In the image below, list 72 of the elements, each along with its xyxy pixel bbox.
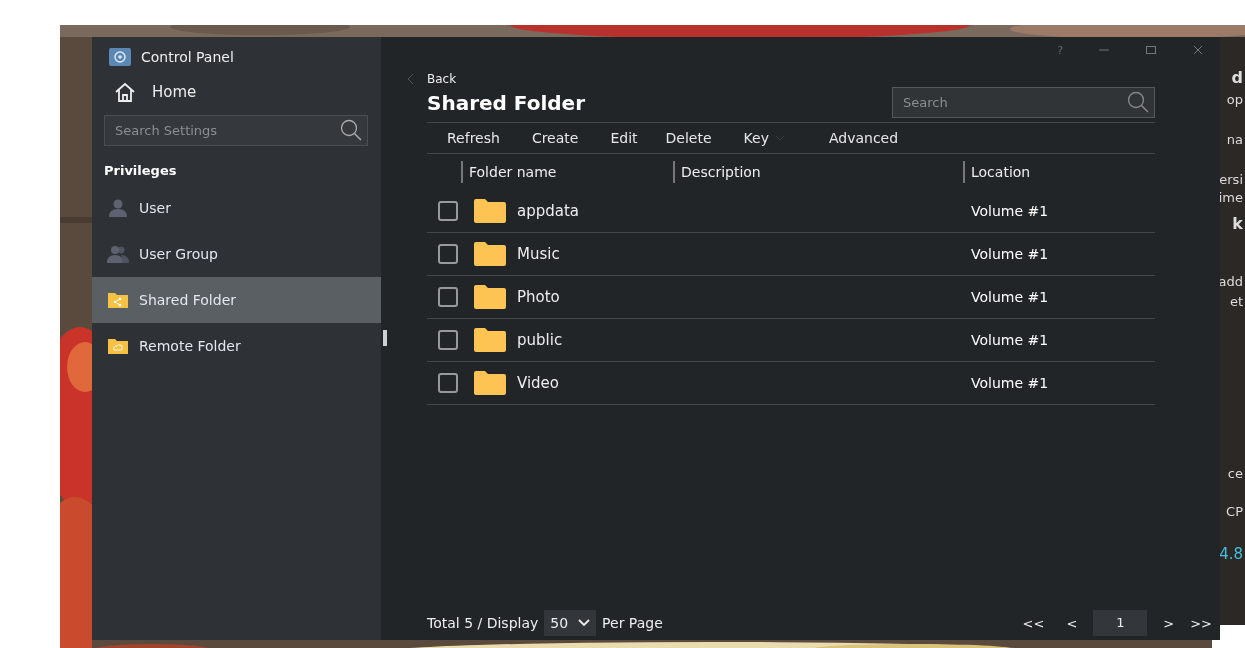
folder-icon (474, 242, 506, 266)
app-icon (109, 48, 131, 66)
text-fragment: CP (1226, 504, 1244, 520)
pager-button[interactable]: > (1155, 615, 1183, 631)
checkbox[interactable] (438, 201, 458, 221)
sidebar-item[interactable]: Shared Folder (92, 277, 381, 323)
text-fragment: et (1229, 294, 1244, 310)
text-fragment: 4.8 (1219, 546, 1244, 562)
folder-icon (474, 199, 506, 223)
pager-button[interactable]: << (1014, 615, 1053, 631)
page-heading: Shared Folder (427, 90, 586, 115)
sidebar-item[interactable]: User (92, 185, 381, 231)
table-cell: Volume #1 (971, 332, 1049, 348)
maximize-icon[interactable] (1145, 44, 1157, 56)
checkbox[interactable] (438, 373, 458, 393)
per-page-label: Per Page (602, 615, 663, 631)
search-field[interactable]: Search (892, 87, 1155, 118)
chevron-down-icon (578, 619, 591, 627)
table-cell: Volume #1 (971, 246, 1049, 262)
search-field[interactable]: Search Settings (104, 115, 368, 146)
text-fragment: na (1226, 132, 1244, 148)
folder-icon (474, 285, 506, 309)
table-cell-text: appdata (517, 202, 581, 220)
sidebar-item[interactable]: User Group (92, 231, 381, 277)
table-cell: Volume #1 (971, 375, 1049, 391)
toolbar-button[interactable]: Refresh (447, 130, 500, 146)
text-fragment: op (1226, 92, 1244, 108)
text-fragment: add (1218, 274, 1244, 290)
home-link[interactable]: Home (92, 66, 381, 102)
page-size-dropdown[interactable]: 50 (544, 610, 597, 636)
table-cell: Volume #1 (971, 203, 1049, 219)
home-icon (114, 82, 136, 102)
text-fragment: k (1232, 216, 1244, 232)
toolbar-button[interactable]: Advanced (828, 130, 899, 146)
table-cell-text: public (517, 331, 564, 349)
table-cell-text: Music (517, 245, 561, 263)
checkbox[interactable] (438, 330, 458, 350)
toolbar-button[interactable]: Key (743, 130, 797, 146)
toolbar-button[interactable]: Create (531, 130, 579, 146)
caret-icon (774, 135, 785, 141)
window-title: Control Panel (141, 49, 234, 65)
user-icon (107, 198, 129, 218)
column-header[interactable]: Location (963, 161, 1031, 183)
text-fragment: ce (1227, 466, 1244, 482)
user-group-icon (107, 244, 129, 264)
folder-icon (474, 328, 506, 352)
shared-folder-icon (107, 290, 129, 310)
search-icon (1126, 91, 1150, 113)
table-cell-text: Video (517, 374, 561, 392)
search-icon (339, 119, 363, 141)
toolbar-button[interactable]: Edit (610, 130, 638, 146)
total-label: Total 5 / Display (427, 615, 539, 631)
table-cell-text: Photo (517, 288, 561, 306)
text-fragment: ersi (1219, 172, 1244, 188)
toolbar-button[interactable]: Delete (665, 130, 712, 146)
page-number-field[interactable]: 1 (1093, 610, 1148, 636)
table-cell: Volume #1 (971, 289, 1049, 305)
folder-icon (474, 371, 506, 395)
pager-button[interactable]: >> (1182, 615, 1220, 631)
text-fragment: ime (1218, 190, 1244, 206)
column-header[interactable]: Folder name (461, 161, 673, 183)
text-fragment: d (1231, 70, 1244, 86)
back-link[interactable]: Back (427, 72, 457, 86)
sidebar-item[interactable]: Remote Folder (92, 323, 381, 369)
section-heading: Privileges (103, 162, 178, 180)
close-icon[interactable] (1192, 44, 1204, 56)
cloud-folder-icon (107, 336, 129, 356)
column-header[interactable]: Description (673, 161, 963, 183)
pager-button[interactable]: < (1058, 615, 1086, 631)
resize-handle[interactable] (383, 330, 387, 346)
checkbox[interactable] (438, 244, 458, 264)
checkbox[interactable] (438, 287, 458, 307)
